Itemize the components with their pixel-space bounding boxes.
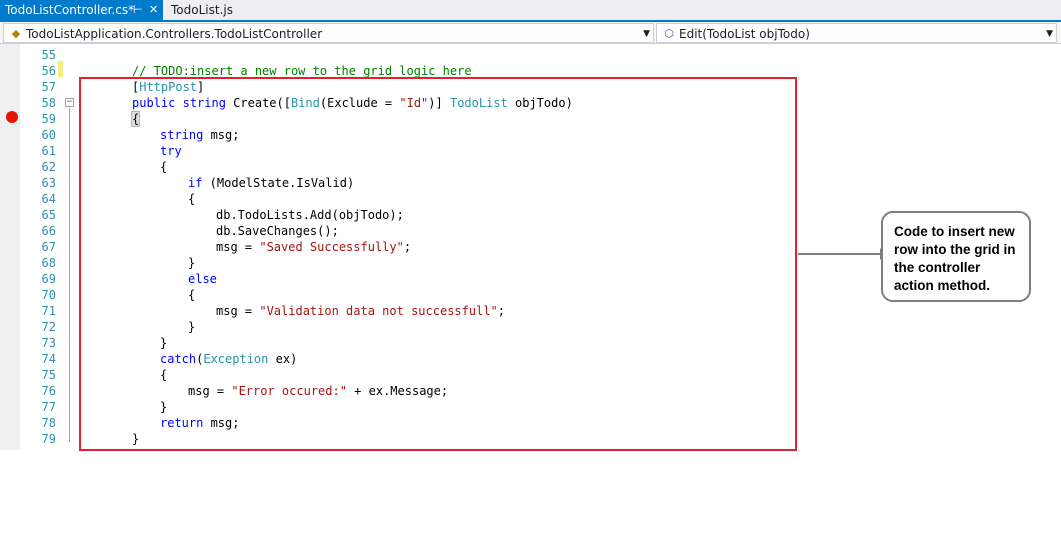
document-tab-bar: TodoListController.cs* ⊢ ✕ TodoList.js <box>0 0 1061 22</box>
breakpoint-margin[interactable] <box>0 44 20 450</box>
chevron-down-icon[interactable]: ▼ <box>643 24 650 44</box>
line-number: 72 <box>41 320 56 334</box>
line-number: 59 <box>41 112 56 126</box>
outline-guide <box>69 108 70 442</box>
line-number: 62 <box>41 160 56 174</box>
line-number: 71 <box>41 304 56 318</box>
line-number: 79 <box>41 432 56 446</box>
line-number: 57 <box>41 80 56 94</box>
line-number: 70 <box>41 288 56 302</box>
line-number: 56 <box>41 64 56 78</box>
line-number: 64 <box>41 192 56 206</box>
line-number: 75 <box>41 368 56 382</box>
line-number: 77 <box>41 400 56 414</box>
line-number: 69 <box>41 272 56 286</box>
line-number: 68 <box>41 256 56 270</box>
line-number: 65 <box>41 208 56 222</box>
tab-todolistcontroller-cs[interactable]: TodoListController.cs* ⊢ ✕ <box>0 0 163 20</box>
line-number: 63 <box>41 176 56 190</box>
line-number: 55 <box>41 48 56 62</box>
collapse-icon[interactable]: − <box>65 98 74 107</box>
comment-token: // TODO:insert a new row to the grid log… <box>132 64 472 78</box>
breakpoint-icon[interactable] <box>6 111 18 123</box>
change-tracking-marker <box>58 61 63 77</box>
highlight-box <box>79 77 797 451</box>
line-number: 78 <box>41 416 56 430</box>
tab-todolist-js[interactable]: TodoList.js <box>166 0 246 20</box>
line-number: 74 <box>41 352 56 366</box>
line-number: 66 <box>41 224 56 238</box>
line-number: 61 <box>41 144 56 158</box>
line-number: 60 <box>41 128 56 142</box>
line-number: 58 <box>41 96 56 110</box>
line-number: 73 <box>41 336 56 350</box>
member-text: Edit(TodoList objTodo) <box>679 27 810 41</box>
class-icon: ◆ <box>11 27 21 40</box>
line-number: 76 <box>41 384 56 398</box>
navigation-bar: ◆ TodoListApplication.Controllers.TodoLi… <box>0 22 1061 44</box>
callout-arrow <box>798 248 886 260</box>
callout-box: Code to insert new row into the grid in … <box>881 211 1031 302</box>
line-number: 67 <box>41 240 56 254</box>
tab-label: TodoListController.cs* <box>5 3 135 17</box>
chevron-down-icon[interactable]: ▼ <box>1046 24 1053 44</box>
member-dropdown[interactable]: ⬡ Edit(TodoList objTodo) ▼ <box>656 23 1057 43</box>
callout-text: Code to insert new row into the grid in … <box>894 224 1016 293</box>
pin-icon[interactable]: ⊢ <box>133 0 143 20</box>
tab-label: TodoList.js <box>171 3 233 17</box>
close-icon[interactable]: ✕ <box>149 0 158 20</box>
class-dropdown[interactable]: ◆ TodoListApplication.Controllers.TodoLi… <box>3 23 654 43</box>
class-path-text: TodoListApplication.Controllers.TodoList… <box>26 27 323 41</box>
method-icon: ⬡ <box>664 27 674 40</box>
line-number: 80 <box>20 447 56 450</box>
